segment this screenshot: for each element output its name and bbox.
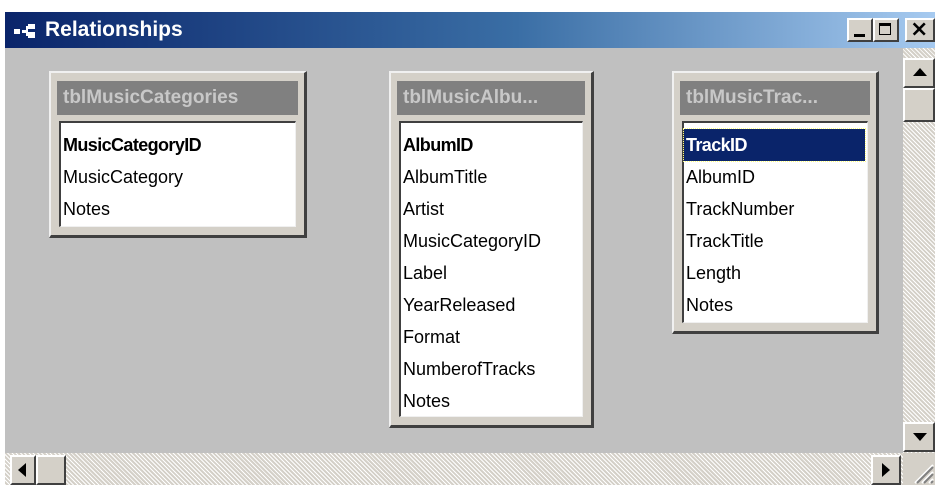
- table-title[interactable]: tblMusicCategories: [57, 81, 298, 115]
- field-item[interactable]: Notes: [401, 385, 582, 417]
- relationships-window: Relationships × tblMusicCategories Music…: [0, 0, 935, 501]
- resize-grip[interactable]: [903, 453, 935, 485]
- table-tblMusicTracks[interactable]: tblMusicTrac... TrackID AlbumID TrackNum…: [672, 71, 879, 334]
- field-list[interactable]: MusicCategoryID MusicCategory Notes: [59, 121, 296, 227]
- close-icon: ×: [910, 17, 929, 42]
- window-bottom-edge: [0, 485, 935, 501]
- minimize-button[interactable]: [847, 18, 873, 42]
- field-list[interactable]: AlbumID AlbumTitle Artist MusicCategoryI…: [399, 121, 583, 417]
- vertical-scrollbar[interactable]: [903, 48, 935, 453]
- field-item[interactable]: AlbumID: [684, 161, 867, 193]
- scroll-up-arrow-icon: [913, 68, 927, 76]
- scroll-down-arrow-icon: [913, 433, 927, 441]
- window-title: Relationships: [45, 18, 183, 41]
- table-title[interactable]: tblMusicAlbu...: [397, 81, 585, 115]
- field-item[interactable]: TrackTitle: [684, 225, 867, 257]
- field-item[interactable]: TrackNumber: [684, 193, 867, 225]
- relationships-icon: [14, 24, 35, 38]
- field-item[interactable]: Format: [401, 321, 582, 353]
- scroll-down-button[interactable]: [903, 422, 935, 452]
- close-button[interactable]: ×: [905, 18, 935, 42]
- resize-grip-icon: [914, 464, 934, 484]
- field-list[interactable]: TrackID AlbumID TrackNumber TrackTitle L…: [682, 121, 868, 323]
- table-tblMusicCategories[interactable]: tblMusicCategories MusicCategoryID Music…: [49, 71, 307, 238]
- table-tblMusicAlbums[interactable]: tblMusicAlbu... AlbumID AlbumTitle Artis…: [389, 71, 594, 428]
- field-item[interactable]: Label: [401, 257, 582, 289]
- scroll-up-button[interactable]: [903, 58, 935, 88]
- field-item[interactable]: Notes: [61, 193, 295, 225]
- field-item[interactable]: Length: [684, 257, 867, 289]
- maximize-icon: [879, 23, 891, 35]
- field-item[interactable]: AlbumID: [401, 129, 582, 161]
- horizontal-scrollbar[interactable]: [5, 453, 903, 485]
- field-item[interactable]: Artist: [401, 193, 582, 225]
- field-item[interactable]: MusicCategoryID: [61, 129, 295, 161]
- vertical-scroll-thumb[interactable]: [903, 88, 935, 122]
- field-item[interactable]: NumberofTracks: [401, 353, 582, 385]
- scroll-left-arrow-icon: [18, 463, 26, 477]
- field-item[interactable]: YearReleased: [401, 289, 582, 321]
- minimize-icon: [854, 34, 865, 37]
- table-title[interactable]: tblMusicTrac...: [680, 81, 870, 115]
- field-item[interactable]: MusicCategory: [61, 161, 295, 193]
- scroll-left-button[interactable]: [10, 455, 36, 485]
- field-item[interactable]: Notes: [684, 289, 867, 321]
- title-bar[interactable]: Relationships ×: [5, 12, 935, 48]
- scroll-right-arrow-icon: [882, 463, 890, 477]
- field-item[interactable]: AlbumTitle: [401, 161, 582, 193]
- horizontal-scroll-thumb[interactable]: [36, 455, 66, 485]
- relationships-canvas[interactable]: tblMusicCategories MusicCategoryID Music…: [5, 48, 903, 453]
- scroll-right-button[interactable]: [871, 455, 901, 485]
- field-item[interactable]: MusicCategoryID: [401, 225, 582, 257]
- maximize-button[interactable]: [873, 18, 899, 42]
- field-item-selected[interactable]: TrackID: [683, 128, 866, 162]
